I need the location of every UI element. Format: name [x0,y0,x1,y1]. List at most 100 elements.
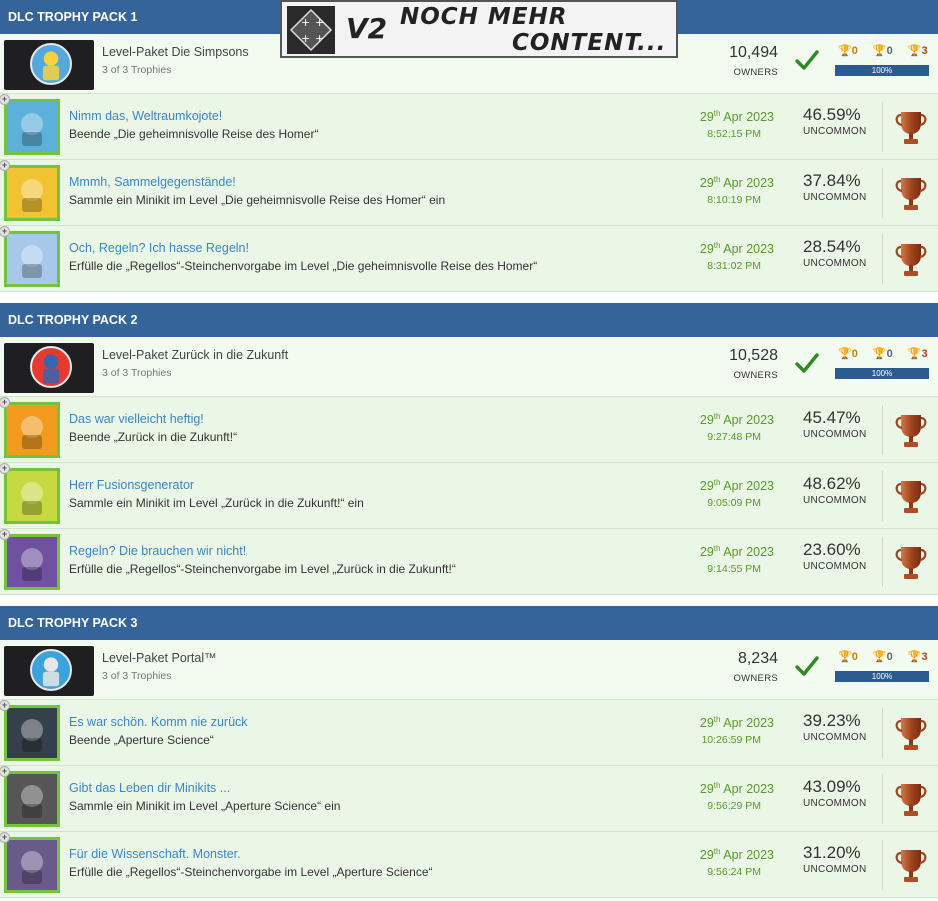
trophy-name[interactable]: Für die Wissenschaft. Monster. [69,847,241,861]
trophy-row[interactable]: + Mmmh, Sammelgegenstände! Sammle ein Mi… [0,160,938,226]
earned-date: 29th Apr 2023 [700,478,774,493]
bronze-cup-icon [893,241,929,279]
trophy-thumbnail [4,771,60,827]
trophy-row[interactable]: + Das war vielleicht heftig! Beende „Zur… [0,397,938,463]
pack-trophy-count: 3 of 3 Trophies [102,64,172,76]
trophy-name[interactable]: Herr Fusionsgenerator [69,478,194,492]
trophy-name[interactable]: Nimm das, Weltraumkojote! [69,109,222,123]
pack-thumbnail [4,646,94,696]
trophy-name[interactable]: Das war vielleicht heftig! [69,412,204,426]
day-suffix: th [713,109,721,118]
svg-text:+: + [315,32,324,45]
earned-month-year: Apr 2023 [723,782,774,797]
completed-check-icon [794,47,820,73]
silver-count: 0 [886,651,893,663]
trophy-name[interactable]: Mmmh, Sammelgegenstände! [69,175,236,189]
pack-trophy-count: 3 of 3 Trophies [102,670,172,682]
pack-title[interactable]: Level-Paket Zurück in die Zukunft [102,348,288,362]
pack-summary-row[interactable]: Level-Paket Zurück in die Zukunft 3 of 3… [0,337,938,397]
earned-day: 29 [699,848,714,863]
pack-owners: 10,494 OWNERS [729,44,778,80]
rarity-percent: 43.09% [803,777,861,796]
trophy-description: Sammle ein Minikit im Level „Die geheimn… [69,193,446,207]
rarity-percent: 28.54% [803,237,861,256]
overlay-v2-text: V2 [346,12,388,45]
crosshair-logo-icon: + + + + [287,6,335,54]
pack-title[interactable]: Level-Paket Die Simpsons [102,45,249,59]
svg-text:+: + [315,16,324,29]
trophy-row[interactable]: + Herr Fusionsgenerator Sammle ein Minik… [0,463,938,529]
silver-count: 0 [886,45,893,57]
completion-progress-bar: 100% [835,65,929,76]
day-suffix: th [713,544,721,553]
trophy-type-counts: 🏆0 🏆0 🏆3 [838,650,938,663]
divider [882,537,883,587]
trophy-description: Sammle ein Minikit im Level „Zurück in d… [69,496,364,510]
pack-owners: 8,234 OWNERS [733,650,778,686]
overlay-line2: CONTENT... [512,30,667,56]
trophy-description: Erfülle die „Regellos“-Steinchenvorgabe … [69,259,538,273]
completion-progress-bar: 100% [835,368,929,379]
day-suffix: th [713,241,721,250]
bronze-cup-icon [893,715,929,753]
trophy-art-icon [7,471,57,521]
trophy-art-icon [7,774,57,824]
trophy-description: Beende „Zurück in die Zukunft!“ [69,430,238,444]
trophy-name[interactable]: Gibt das Leben dir Minikits ... [69,781,230,795]
silver-trophy-icon: 🏆0 [872,348,893,360]
earned-date: 29th Apr 2023 [700,847,774,862]
owners-label: OWNERS [733,673,778,684]
divider [882,840,883,890]
earned-month-year: Apr 2023 [723,176,774,191]
earned-day: 29 [699,716,714,731]
rarity-label: UNCOMMON [803,864,867,875]
silver-trophy-icon: 🏆0 [872,45,893,57]
silver-count: 0 [886,348,893,360]
completed-check-icon [794,350,820,376]
pack-title[interactable]: Level-Paket Portal™ [102,651,217,665]
trophy-row[interactable]: + Regeln? Die brauchen wir nicht! Erfüll… [0,529,938,595]
earned-time: 10:26:59 PM [701,734,761,746]
pack-summary-row[interactable]: Level-Paket Portal™ 3 of 3 Trophies 8,23… [0,640,938,700]
divider [882,234,883,284]
earned-time: 8:31:02 PM [707,260,761,272]
earned-date: 29th Apr 2023 [700,544,774,559]
gold-count: 0 [851,45,858,57]
earned-month-year: Apr 2023 [723,110,774,125]
earned-day: 29 [699,242,714,257]
trophy-name[interactable]: Och, Regeln? Ich hasse Regeln! [69,241,249,255]
gold-trophy-icon: 🏆0 [838,651,858,663]
day-suffix: th [713,781,721,790]
trophy-row[interactable]: + Nimm das, Weltraumkojote! Beende „Die … [0,94,938,160]
gold-count: 0 [851,348,858,360]
bronze-cup-icon [893,781,929,819]
trophy-art-icon [7,234,57,284]
svg-text:+: + [301,16,310,29]
owners-count: 8,234 [737,650,778,667]
trophy-pack-section: DLC TROPHY PACK 3 Level-Paket Portal™ 3 … [0,606,938,898]
rarity-label: UNCOMMON [803,495,867,506]
divider [882,405,883,455]
divider [882,708,883,758]
pack-trophy-count: 3 of 3 Trophies [102,367,172,379]
earned-day: 29 [699,413,714,428]
trophy-name[interactable]: Regeln? Die brauchen wir nicht! [69,544,246,558]
owners-label: OWNERS [733,370,778,381]
trophy-row[interactable]: + Gibt das Leben dir Minikits ... Sammle… [0,766,938,832]
trophy-row[interactable]: + Für die Wissenschaft. Monster. Erfülle… [0,832,938,898]
trophy-description: Beende „Die geheimnisvolle Reise des Hom… [69,127,319,141]
trophy-row[interactable]: + Es war schön. Komm nie zurück Beende „… [0,700,938,766]
earned-day: 29 [699,545,714,560]
trophy-name[interactable]: Es war schön. Komm nie zurück [69,715,248,729]
trophy-pack-section: DLC TROPHY PACK 2 Level-Paket Zurück in … [0,303,938,595]
trophy-art-icon [7,168,57,218]
trophy-row[interactable]: + Och, Regeln? Ich hasse Regeln! Erfülle… [0,226,938,292]
overlay-banner: + + + + V2 NOCH MEHR CONTENT... [280,0,678,58]
divider [882,471,883,521]
owners-count: 10,494 [729,44,778,61]
trophy-thumbnail [4,402,60,458]
silver-trophy-icon: 🏆0 [872,651,893,663]
bronze-count: 3 [921,45,928,57]
trophy-thumbnail [4,231,60,287]
pack-figure-icon [42,657,60,687]
